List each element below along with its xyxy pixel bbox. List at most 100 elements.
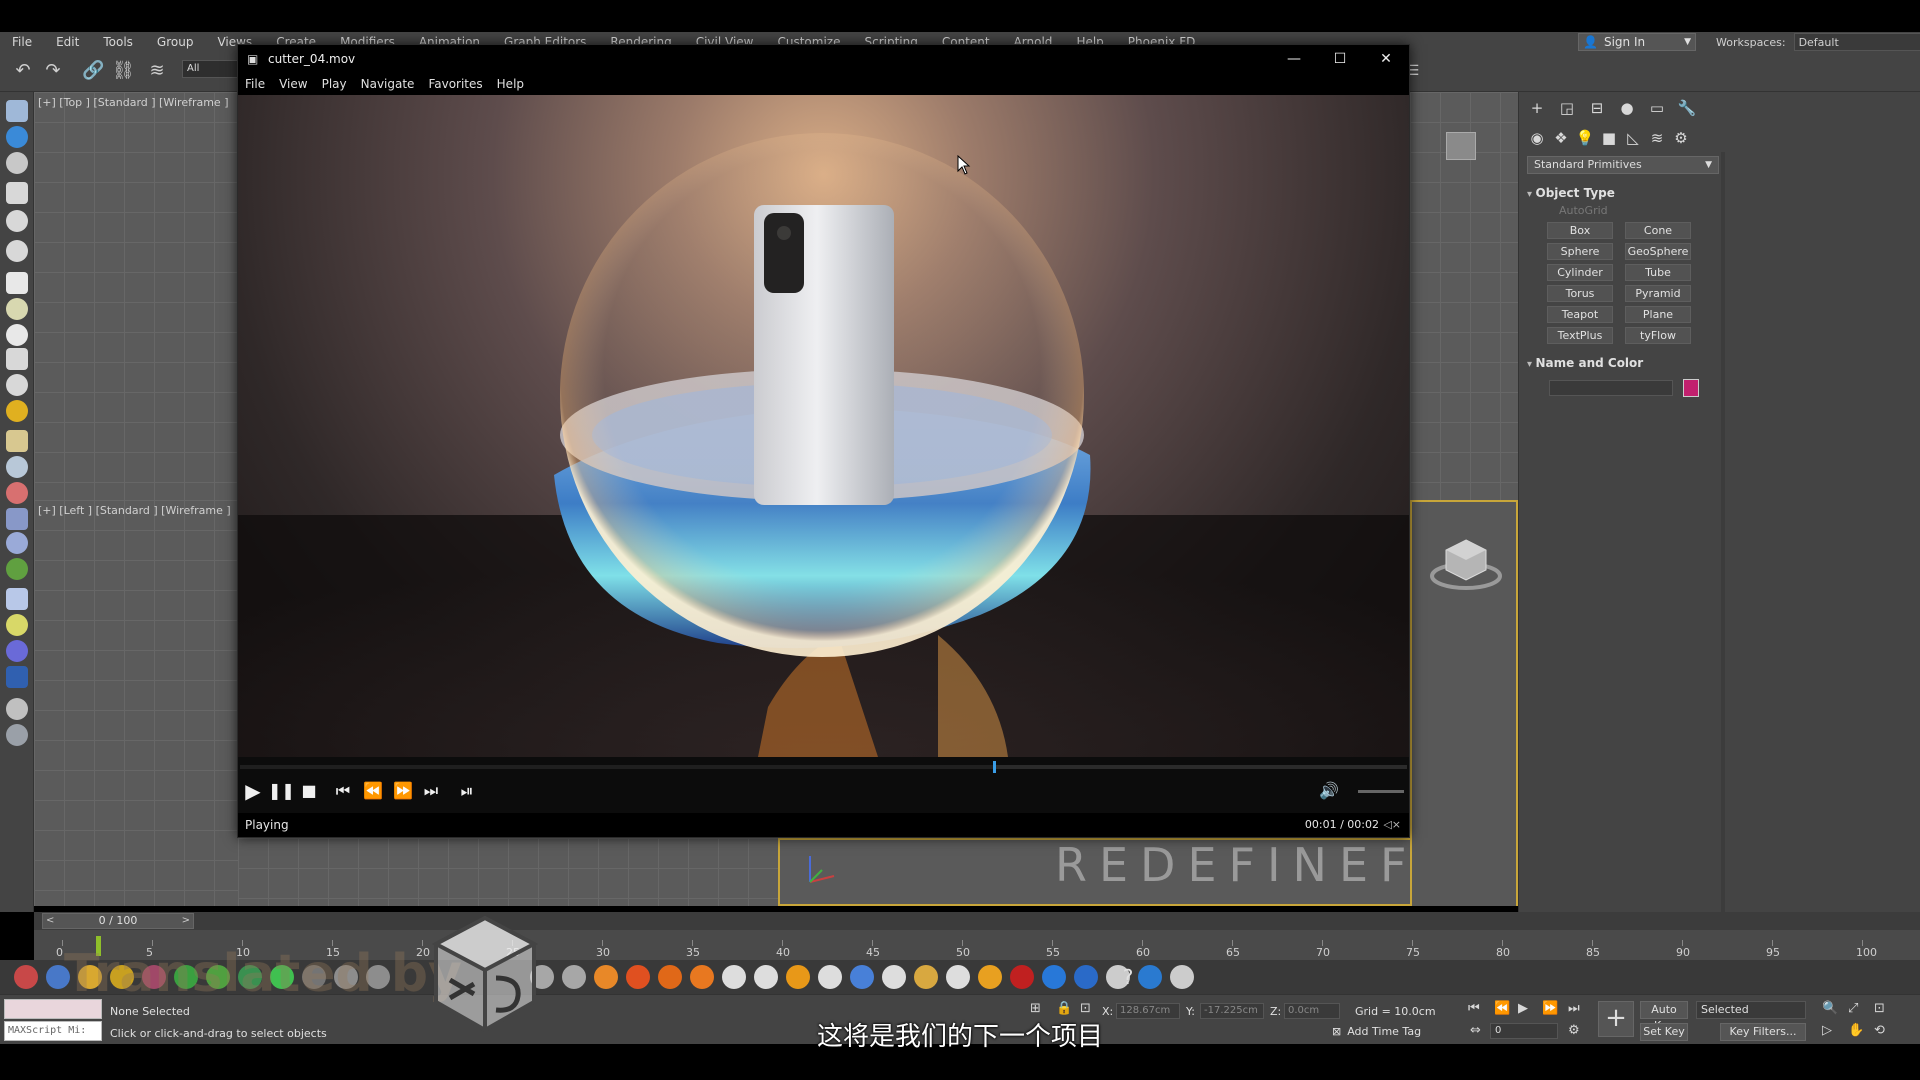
systems-icon[interactable]: ⚙ — [1671, 128, 1691, 148]
time-slider-handle[interactable]: < 0 / 100 > — [42, 913, 194, 929]
object-type-button[interactable]: Cone — [1625, 222, 1691, 239]
zoom-all-icon[interactable]: ⤢ — [1848, 1001, 1858, 1016]
object-type-button[interactable]: GeoSphere — [1625, 243, 1691, 260]
previous-frame-icon[interactable]: ⏪ — [1494, 1001, 1510, 1016]
viewport-label[interactable]: [+] [Top ] [Standard ] [Wireframe ] — [38, 96, 229, 109]
command-tool-icon[interactable] — [6, 182, 28, 204]
command-tool-icon[interactable] — [6, 430, 28, 452]
stop-button[interactable]: ■ — [296, 779, 322, 803]
left-viewport[interactable]: [+] [Left ] [Standard ] [Wireframe ] — [34, 500, 238, 906]
shelf-tool-icon[interactable] — [882, 965, 906, 989]
viewcube-icon[interactable] — [1428, 532, 1504, 592]
object-type-button[interactable]: Sphere — [1547, 243, 1613, 260]
play-button[interactable]: ▶ — [240, 779, 266, 803]
command-tool-icon[interactable] — [6, 400, 28, 422]
shelf-tool-icon[interactable] — [1042, 965, 1066, 989]
command-tool-icon[interactable] — [6, 532, 28, 554]
go-to-start-icon[interactable]: ⏮ — [1468, 1001, 1480, 1016]
app-menu-item[interactable]: Group — [145, 35, 206, 49]
next-button[interactable]: ⏭ — [418, 779, 444, 803]
object-color-swatch[interactable] — [1683, 379, 1699, 397]
shelf-tool-icon[interactable] — [14, 965, 38, 989]
volume-icon[interactable]: 🔊 — [1316, 779, 1342, 803]
media-player-window[interactable]: ▣ cutter_04.mov — ☐ ✕ File View Play Naviga… — [237, 44, 1410, 838]
fast-forward-button[interactable]: ⏩ — [390, 779, 416, 803]
next-frame-icon[interactable]: ⏩ — [1542, 1001, 1558, 1016]
unlink-icon[interactable]: ⛓ — [112, 60, 135, 82]
shelf-tool-icon[interactable] — [594, 965, 618, 989]
object-type-button[interactable]: Torus — [1547, 285, 1613, 302]
top-viewport[interactable]: [+] [Top ] [Standard ] [Wireframe ] — [34, 92, 238, 500]
workspace-dropdown[interactable]: Default▼ — [1793, 33, 1920, 51]
object-name-field[interactable] — [1549, 380, 1673, 396]
perspective-viewport-side[interactable] — [1410, 500, 1518, 906]
player-menu-item[interactable]: Favorites — [421, 77, 489, 91]
absolute-mode-icon[interactable]: ⊡ — [1080, 1001, 1091, 1016]
name-and-color-rollout[interactable]: Name and Color — [1527, 356, 1644, 370]
app-menu-item[interactable]: Edit — [44, 35, 91, 49]
shelf-tool-icon[interactable] — [690, 965, 714, 989]
redo-icon[interactable]: ↷ — [42, 60, 64, 82]
zoom-extents-icon[interactable]: ⊡ — [1874, 1001, 1885, 1016]
mute-icon[interactable]: ◁× — [1383, 818, 1401, 831]
lock-selection-icon[interactable]: 🔒 — [1056, 1001, 1072, 1016]
selection-filter-dropdown[interactable]: All — [182, 60, 238, 78]
play-icon[interactable]: ▶ — [1518, 1001, 1528, 1016]
undo-icon[interactable]: ↶ — [12, 60, 34, 82]
shapes-icon[interactable]: ❖ — [1551, 128, 1571, 148]
shelf-tool-icon[interactable] — [1010, 965, 1034, 989]
command-tool-icon[interactable] — [6, 324, 28, 346]
shelf-tool-icon[interactable] — [786, 965, 810, 989]
shelf-tool-icon[interactable] — [754, 965, 778, 989]
utilities-tab-icon[interactable]: 🔧 — [1677, 98, 1697, 118]
object-type-button[interactable]: tyFlow — [1625, 327, 1691, 344]
viewcube-icon[interactable] — [1446, 132, 1476, 160]
command-tool-icon[interactable] — [6, 126, 28, 148]
rewind-button[interactable]: ⏪ — [360, 779, 386, 803]
command-tool-icon[interactable] — [6, 640, 28, 662]
command-tool-icon[interactable] — [6, 666, 28, 688]
object-type-button[interactable]: Tube — [1625, 264, 1691, 281]
command-tool-icon[interactable] — [6, 272, 28, 294]
object-type-button[interactable]: Box — [1547, 222, 1613, 239]
previous-button[interactable]: ⏮ — [330, 779, 356, 803]
bind-space-warp-icon[interactable]: ≋ — [146, 60, 168, 82]
command-tool-icon[interactable] — [6, 152, 28, 174]
sign-in-button[interactable]: 👤 Sign In ▼ — [1578, 33, 1696, 51]
command-tool-icon[interactable] — [6, 374, 28, 396]
shelf-tool-icon[interactable] — [818, 965, 842, 989]
create-tab-icon[interactable]: + — [1527, 98, 1547, 118]
object-type-rollout[interactable]: Object Type — [1527, 186, 1615, 200]
geometry-icon[interactable]: ◉ — [1527, 128, 1547, 148]
shelf-tool-icon[interactable] — [978, 965, 1002, 989]
object-type-button[interactable]: Teapot — [1547, 306, 1613, 323]
object-type-button[interactable]: TextPlus — [1547, 327, 1613, 344]
pause-button[interactable]: ❚❚ — [268, 779, 295, 803]
front-viewport-side[interactable] — [1410, 92, 1518, 500]
autogrid-checkbox[interactable]: AutoGrid — [1559, 204, 1608, 217]
player-menu-item[interactable]: Navigate — [354, 77, 422, 91]
volume-slider[interactable] — [1358, 790, 1404, 793]
help-icon[interactable]: ? — [1116, 965, 1140, 989]
command-tool-icon[interactable] — [6, 348, 28, 370]
shelf-tool-icon[interactable] — [946, 965, 970, 989]
player-title-bar[interactable]: ▣ cutter_04.mov — ☐ ✕ — [238, 45, 1409, 73]
seek-handle[interactable] — [992, 761, 996, 773]
shelf-tool-icon[interactable] — [562, 965, 586, 989]
front-viewport[interactable] — [238, 838, 778, 906]
shelf-tool-icon[interactable] — [1170, 965, 1194, 989]
command-tool-icon[interactable] — [6, 210, 28, 232]
viewport-label[interactable]: [+] [Left ] [Standard ] [Wireframe ] — [38, 504, 231, 517]
maximize-button[interactable]: ☐ — [1317, 45, 1363, 73]
cameras-icon[interactable]: ■ — [1599, 128, 1619, 148]
modify-tab-icon[interactable]: ◲ — [1557, 98, 1577, 118]
command-tool-icon[interactable] — [6, 614, 28, 636]
lights-icon[interactable]: 💡 — [1575, 128, 1595, 148]
command-tool-icon[interactable] — [6, 588, 28, 610]
command-tool-icon[interactable] — [6, 724, 28, 746]
player-menu-item[interactable]: Play — [315, 77, 354, 91]
player-menu-item[interactable]: File — [238, 77, 272, 91]
command-tool-icon[interactable] — [6, 558, 28, 580]
primitive-category-dropdown[interactable]: Standard Primitives ▼ — [1527, 156, 1719, 174]
command-tool-icon[interactable] — [6, 240, 28, 262]
